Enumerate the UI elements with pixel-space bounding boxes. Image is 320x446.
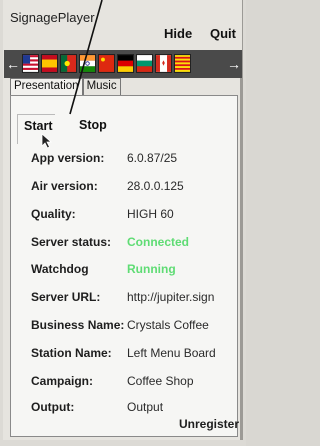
stop-button[interactable]: Stop xyxy=(79,118,107,132)
flag-list xyxy=(22,54,191,73)
tab-presentation[interactable]: Presentation xyxy=(10,78,83,96)
info-label: Air version: xyxy=(31,179,98,193)
scroll-right-arrow-icon[interactable]: → xyxy=(227,55,241,73)
info-value: http://jupiter.sign xyxy=(127,290,215,304)
flag-usa-icon[interactable] xyxy=(22,54,39,73)
flag-spain-icon[interactable] xyxy=(41,54,58,73)
info-label: Server URL: xyxy=(31,290,101,304)
quit-button[interactable]: Quit xyxy=(210,26,236,41)
unregister-button[interactable]: Unregister xyxy=(179,417,239,431)
info-value: Left Menu Board xyxy=(127,346,216,360)
info-label: Output: xyxy=(31,400,75,414)
info-label: Quality: xyxy=(31,207,76,221)
watchdog-status-value: Running xyxy=(127,262,176,276)
flag-catalonia-icon[interactable] xyxy=(174,54,191,73)
hide-button[interactable]: Hide xyxy=(164,26,192,41)
title-bar: SignagePlayer Hide Quit xyxy=(4,0,242,50)
info-value: Crystals Coffee xyxy=(127,318,209,332)
server-status-value: Connected xyxy=(127,235,190,249)
tab-music[interactable]: Music xyxy=(82,78,121,96)
device-screen: SignagePlayer Hide Quit ← → Presentation… xyxy=(0,0,246,446)
language-flag-bar: ← → xyxy=(4,50,242,78)
scroll-left-arrow-icon[interactable]: ← xyxy=(6,55,20,73)
flag-canada-icon[interactable] xyxy=(155,54,172,73)
presentation-panel: Start Stop App version: 6.0.87/25 Air ve… xyxy=(10,95,239,437)
flag-germany-icon[interactable] xyxy=(117,54,134,73)
flag-india-icon[interactable] xyxy=(79,54,96,73)
info-value: 28.0.0.125 xyxy=(127,179,184,193)
app-title: SignagePlayer xyxy=(10,10,95,25)
info-label: Campaign: xyxy=(31,374,94,388)
flag-china-icon[interactable] xyxy=(98,54,115,73)
mouse-cursor-icon xyxy=(41,133,53,149)
info-label: App version: xyxy=(31,151,105,165)
flag-portugal-icon[interactable] xyxy=(60,54,77,73)
flag-bulgaria-icon[interactable] xyxy=(136,54,153,73)
info-label: Station Name: xyxy=(31,346,112,360)
info-label: Server status: xyxy=(31,235,112,249)
info-value: HIGH 60 xyxy=(127,207,174,221)
info-value: Coffee Shop xyxy=(127,374,194,388)
info-value: 6.0.87/25 xyxy=(127,151,178,165)
tab-bar: Presentation Music xyxy=(10,78,121,96)
info-label: Business Name: xyxy=(31,318,125,332)
info-value: Output xyxy=(127,400,164,414)
info-label: Watchdog xyxy=(31,262,89,276)
